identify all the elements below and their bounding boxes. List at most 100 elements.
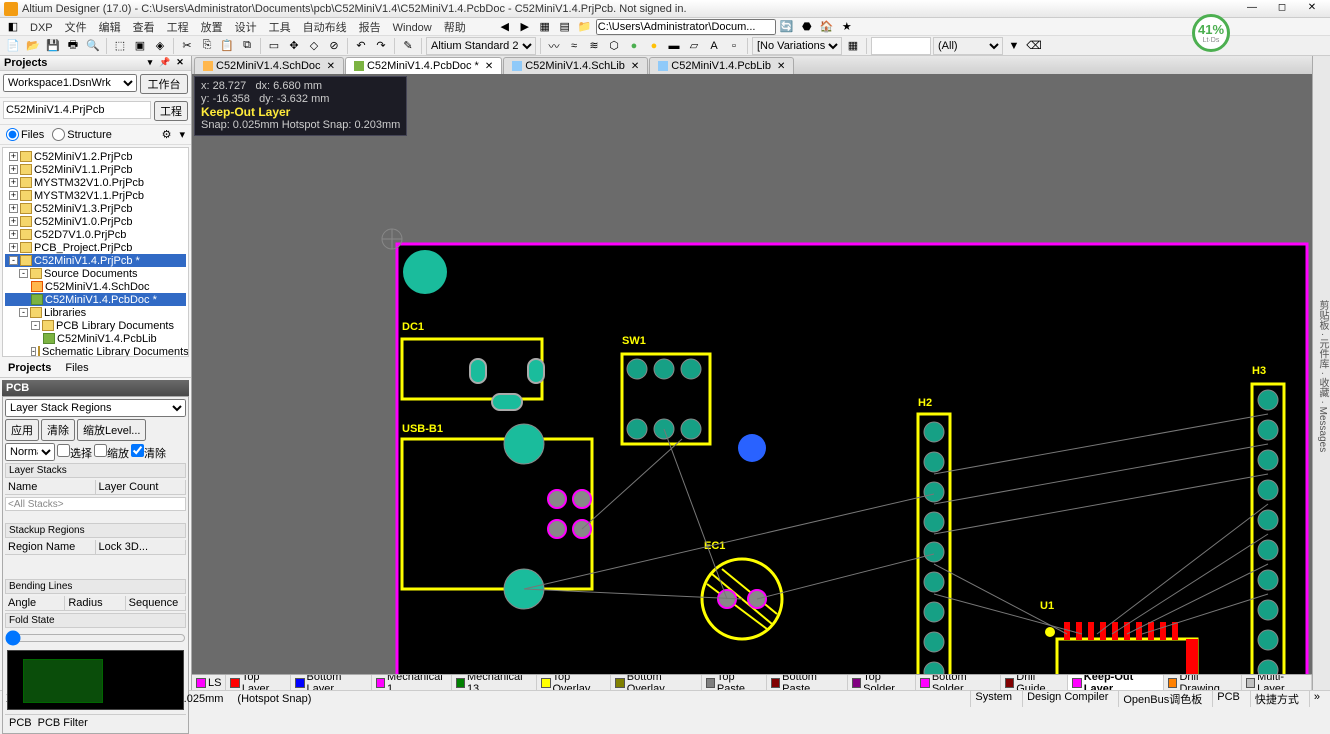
undo-button[interactable]: ↶ — [352, 37, 370, 55]
menu-编辑[interactable]: 编辑 — [93, 22, 127, 34]
pcb-canvas-wrap[interactable]: x: 28.727 dx: 6.680 mm y: -16.358 dy: -3… — [192, 74, 1312, 674]
select-button[interactable]: ▭ — [265, 37, 283, 55]
layer-tab[interactable]: Drill Guide — [1001, 675, 1069, 690]
panel-tab[interactable]: PCB — [9, 717, 32, 729]
region-button[interactable]: ▱ — [685, 37, 703, 55]
path-input[interactable] — [596, 19, 776, 35]
layer-tab[interactable]: Bottom Layer — [291, 675, 371, 690]
tree-node[interactable]: +MYSTM32V1.1.PrjPcb — [5, 189, 186, 202]
tree-node[interactable]: -Libraries — [5, 306, 186, 319]
tree-node[interactable]: -C52MiniV1.4.PrjPcb * — [5, 254, 186, 267]
tree-node[interactable]: -PCB Library Documents — [5, 319, 186, 332]
status-panel-button[interactable]: » — [1309, 691, 1324, 707]
cut-button[interactable]: ✂ — [178, 37, 196, 55]
zoom-level-button[interactable]: 缩放Level... — [77, 419, 146, 441]
fill-button[interactable]: ▬ — [665, 37, 683, 55]
clear-checkbox[interactable]: 清除 — [131, 444, 166, 461]
filter-apply-button[interactable]: ▼ — [1005, 37, 1023, 55]
view-mode-select[interactable]: Altium Standard 2D — [426, 37, 536, 55]
component-button[interactable]: ▫ — [725, 37, 743, 55]
layer-tab[interactable]: Top Layer — [226, 675, 291, 690]
stop-icon[interactable]: ⬣ — [799, 19, 815, 35]
deselect-button[interactable]: ◇ — [305, 37, 323, 55]
layer-tab[interactable]: Top Paste — [702, 675, 767, 690]
pcb-minimap[interactable] — [7, 650, 184, 710]
structure-radio[interactable]: Structure — [52, 128, 112, 141]
tree-node[interactable]: +C52MiniV1.3.PrjPcb — [5, 202, 186, 215]
tree-node[interactable]: C52MiniV1.4.PcbDoc * — [5, 293, 186, 306]
zoom-checkbox[interactable]: 缩放 — [94, 444, 129, 461]
layer-tab[interactable]: LS — [192, 675, 226, 690]
tree-node[interactable]: +C52MiniV1.0.PrjPcb — [5, 215, 186, 228]
layer-tab[interactable]: Keep-Out Layer — [1068, 675, 1164, 690]
save-button[interactable]: 💾 — [44, 37, 62, 55]
layer-tab[interactable]: Bottom Paste — [767, 675, 848, 690]
redo-button[interactable]: ↷ — [372, 37, 390, 55]
route-button[interactable]: 〰 — [545, 37, 563, 55]
panel-close-icon[interactable]: ✕ — [173, 56, 187, 70]
menu-自动布线[interactable]: 自动布线 — [297, 22, 353, 34]
pcb-canvas[interactable]: DC1 SW1 USB-B1 EC1 — [192, 74, 1312, 674]
panel-pin-icon[interactable]: 📌 — [158, 56, 172, 70]
panel-tab[interactable]: PCB Filter — [38, 717, 88, 729]
tree-node[interactable]: -Source Documents — [5, 267, 186, 280]
layer-tab[interactable]: Mechanical 13 — [452, 675, 538, 690]
stacks-filter-input[interactable] — [5, 497, 186, 511]
doc-tab[interactable]: C52MiniV1.4.SchDoc✕ — [194, 57, 344, 74]
minimize-button[interactable]: — — [1238, 1, 1266, 17]
menu-设计[interactable]: 设计 — [229, 22, 263, 34]
clear-filter-button[interactable]: 清除 — [41, 419, 75, 441]
workspace-button[interactable]: 工作台 — [140, 74, 188, 94]
cross-probe-button[interactable]: ✎ — [399, 37, 417, 55]
refresh-icon[interactable]: 🔄 — [779, 19, 795, 35]
menu-帮助[interactable]: 帮助 — [438, 22, 472, 34]
menu-dxp[interactable]: DXP — [24, 22, 59, 34]
menu-工程[interactable]: 工程 — [161, 22, 195, 34]
status-panel-button[interactable]: Design Compiler — [1022, 691, 1112, 707]
variant-config-button[interactable]: ▦ — [844, 37, 862, 55]
project-tree[interactable]: +C52MiniV1.2.PrjPcb+C52MiniV1.1.PrjPcb+M… — [2, 147, 189, 357]
select-checkbox[interactable]: 选择 — [57, 444, 92, 461]
panel-dropdown-icon[interactable]: ▾ — [143, 56, 157, 70]
doc-tab[interactable]: C52MiniV1.4.PcbDoc *✕ — [345, 57, 502, 74]
home-icon[interactable]: 🏠 — [819, 19, 835, 35]
poly-button[interactable]: ⬡ — [605, 37, 623, 55]
menu-报告[interactable]: 报告 — [353, 22, 387, 34]
tree-menu-icon[interactable]: ▾ — [179, 128, 185, 141]
filter-scope-select[interactable]: (All) — [933, 37, 1003, 55]
via-button[interactable]: ● — [625, 37, 643, 55]
project-button[interactable]: 工程 — [154, 101, 188, 121]
files-radio[interactable]: Files — [6, 128, 44, 141]
filter-clear-button[interactable]: ⌫ — [1025, 37, 1043, 55]
layer-tab[interactable]: Bottom Solder — [916, 675, 1000, 690]
copy-button[interactable]: ⎘ — [198, 37, 216, 55]
move-button[interactable]: ✥ — [285, 37, 303, 55]
layer-tab[interactable]: Top Solder — [848, 675, 917, 690]
subtab-projects[interactable]: Projects — [4, 361, 55, 375]
tree-node[interactable]: -Schematic Library Documents — [5, 345, 186, 357]
zoom-area-button[interactable]: ⬚ — [111, 37, 129, 55]
new-button[interactable]: 📄 — [4, 37, 22, 55]
route-multi-button[interactable]: ≋ — [585, 37, 603, 55]
tree-node[interactable]: C52MiniV1.4.PcbLib — [5, 332, 186, 345]
zoom-selected-button[interactable]: ◈ — [151, 37, 169, 55]
string-button[interactable]: A — [705, 37, 723, 55]
variation-select[interactable]: [No Variations] — [752, 37, 842, 55]
menu-查看[interactable]: 查看 — [127, 22, 161, 34]
maximize-button[interactable]: ◻ — [1268, 1, 1296, 17]
browse-icon[interactable]: ▤ — [557, 19, 573, 35]
nav-forward-icon[interactable]: ▶ — [517, 19, 533, 35]
close-button[interactable]: ✕ — [1298, 1, 1326, 17]
route-diff-button[interactable]: ≈ — [565, 37, 583, 55]
apply-button[interactable]: 应用 — [5, 419, 39, 441]
tree-node[interactable]: +C52MiniV1.1.PrjPcb — [5, 163, 186, 176]
pcb-mode-select[interactable]: Layer Stack Regions — [5, 399, 186, 417]
normal-select[interactable]: Normal — [5, 443, 55, 461]
tree-node[interactable]: +C52D7V1.0.PrjPcb — [5, 228, 186, 241]
side-rail[interactable]: 剪贴板 · 元件库 · 收藏 · Messages — [1312, 56, 1330, 690]
menu-文件[interactable]: 文件 — [59, 22, 93, 34]
clear-button[interactable]: ⊘ — [325, 37, 343, 55]
layer-tab[interactable]: Multi-Layer — [1242, 675, 1312, 690]
open-button[interactable]: 📂 — [24, 37, 42, 55]
tree-node[interactable]: +MYSTM32V1.0.PrjPcb — [5, 176, 186, 189]
